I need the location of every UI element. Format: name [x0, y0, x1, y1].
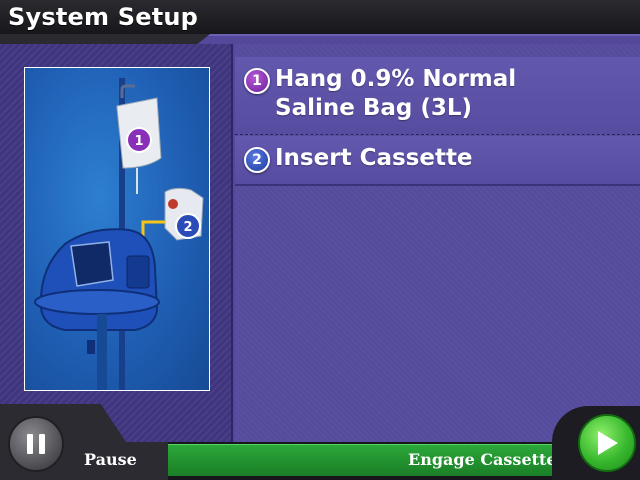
engage-cassette-label[interactable]: Engage Cassette — [408, 450, 557, 469]
step-number-badge: 1 — [244, 68, 270, 94]
cassette-connector — [168, 199, 178, 209]
step-text: Insert Cassette — [275, 144, 473, 173]
step-item-2: 2 Insert Cassette — [235, 136, 640, 186]
cassette-callout-label: 2 — [183, 220, 192, 235]
step-text-line-1: Insert Cassette — [275, 145, 473, 171]
frame-tab — [0, 34, 210, 44]
step-text: Hang 0.9% Normal Saline Bag (3L) — [275, 65, 516, 123]
pause-label[interactable]: Pause — [84, 450, 137, 469]
pause-icon[interactable] — [27, 434, 45, 454]
setup-illustration: 1 2 — [24, 67, 210, 391]
cycler-screen — [70, 241, 114, 287]
stand-clamp — [87, 340, 95, 354]
cycler-base — [34, 289, 160, 315]
step-number-badge: 2 — [244, 147, 270, 173]
step-text-line-1: Hang 0.9% Normal — [275, 66, 517, 92]
play-icon[interactable] — [598, 431, 618, 455]
page-title: System Setup — [8, 3, 199, 31]
step-item-1: 1 Hang 0.9% Normal Saline Bag (3L) — [235, 57, 640, 135]
step-text-line-2: Saline Bag (3L) — [275, 95, 473, 121]
saline-callout-label: 1 — [134, 134, 143, 149]
header-bar: System Setup — [0, 0, 640, 34]
cassette-slot — [126, 255, 150, 289]
stand-pole — [97, 314, 107, 390]
machine-illustration: 1 2 — [34, 78, 204, 390]
